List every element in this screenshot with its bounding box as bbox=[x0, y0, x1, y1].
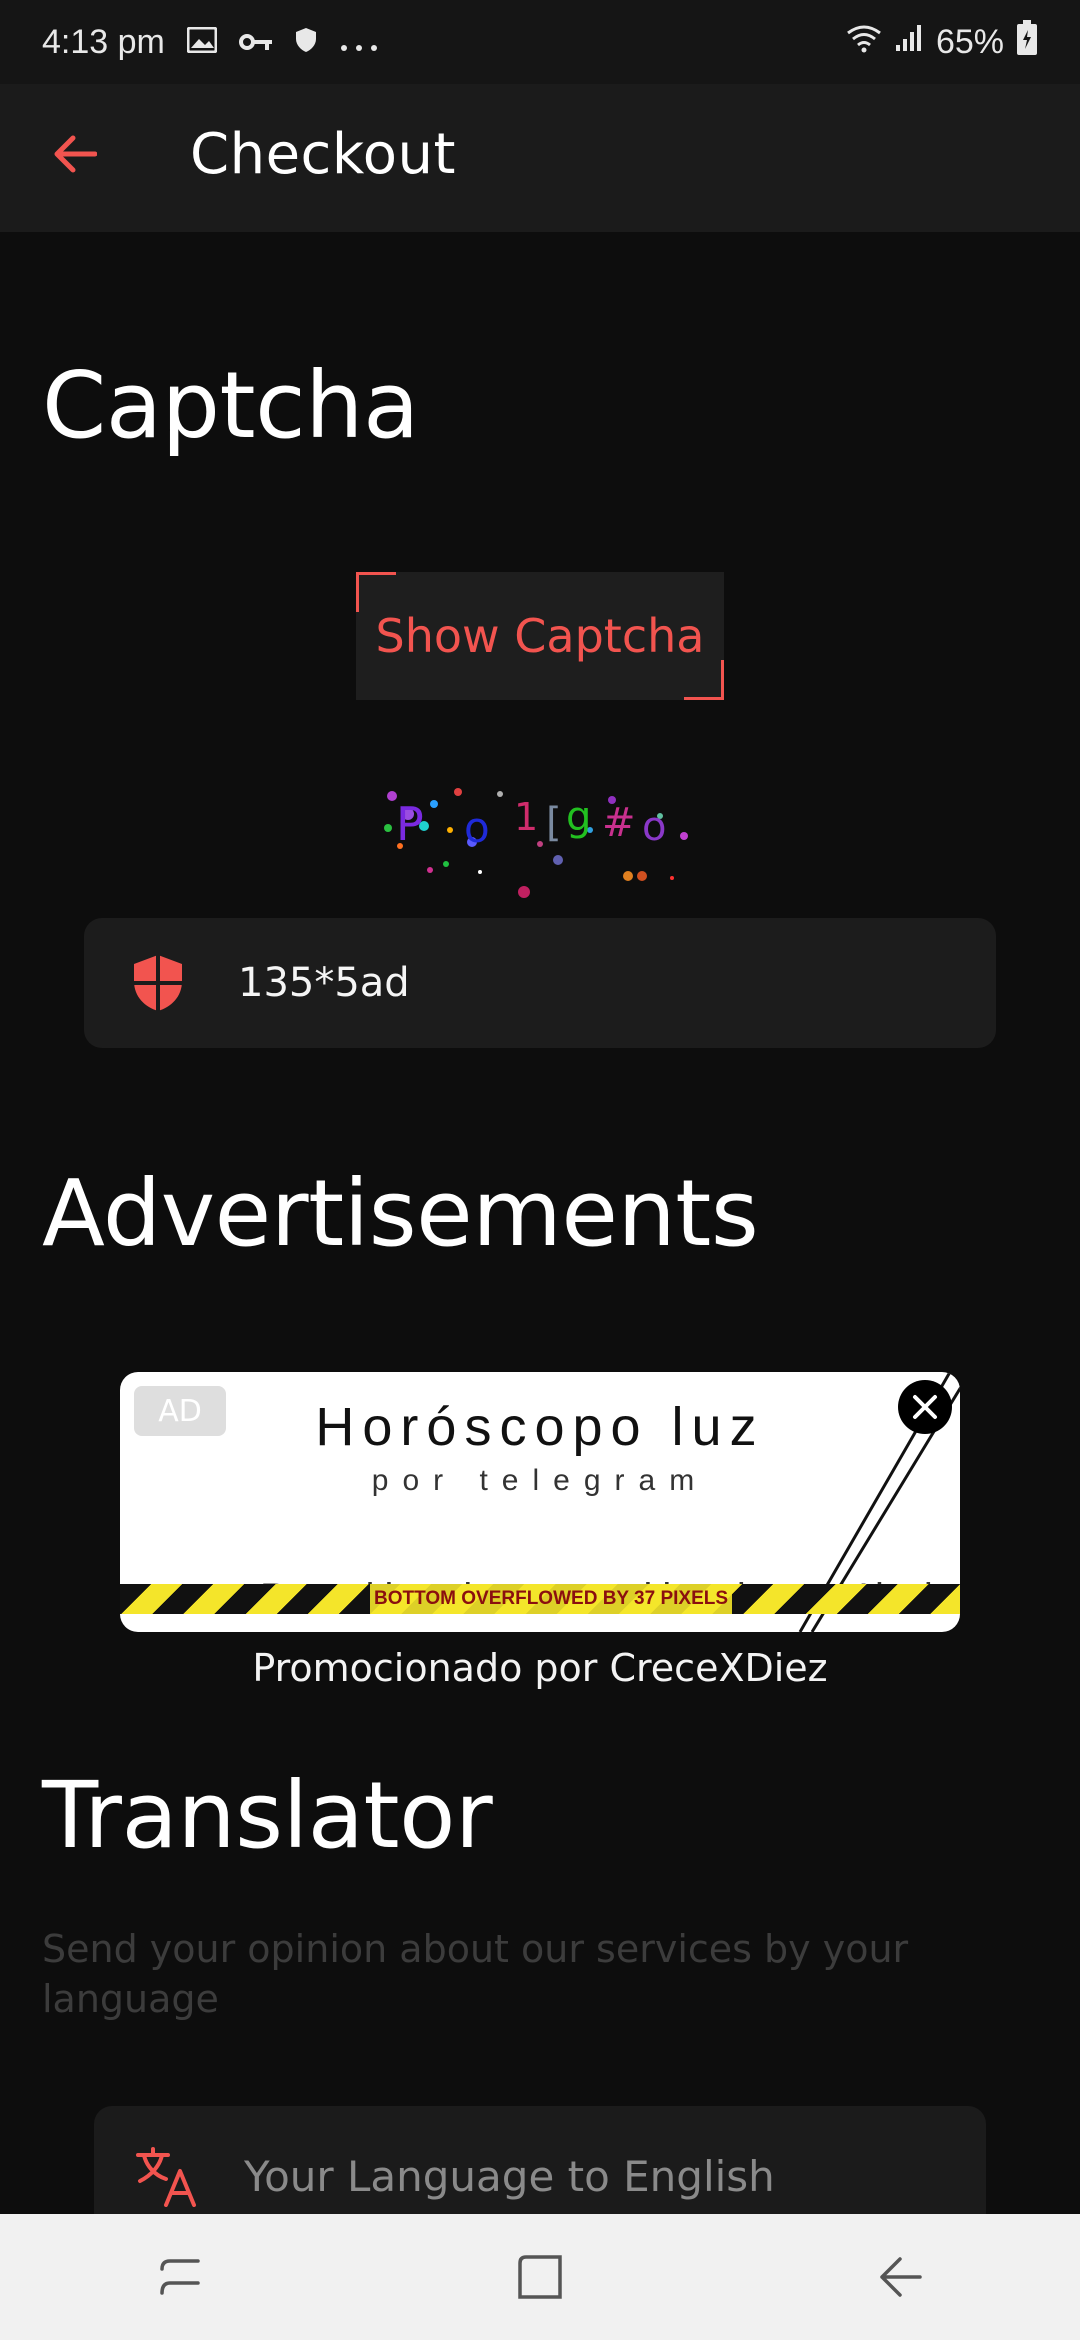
translate-option-label: Your Language to English bbox=[244, 2151, 775, 2201]
captcha-char: g bbox=[566, 794, 591, 840]
translator-description: Send your opinion about our services by … bbox=[42, 1927, 909, 2021]
shield-status-icon bbox=[295, 23, 317, 62]
captcha-image: P o 1 [ g # o bbox=[380, 780, 700, 900]
key-icon bbox=[238, 23, 273, 62]
captcha-char: o bbox=[464, 803, 490, 852]
advertisements-section-title: Advertisements bbox=[42, 1160, 759, 1267]
corner-accent bbox=[684, 660, 724, 700]
arrow-left-icon bbox=[54, 135, 97, 173]
captcha-input[interactable]: 135*5ad bbox=[84, 918, 996, 1048]
show-captcha-button[interactable]: Show Captcha bbox=[356, 572, 724, 700]
image-icon bbox=[186, 23, 218, 62]
captcha-char: # bbox=[602, 800, 636, 846]
system-back-button[interactable] bbox=[855, 2232, 945, 2322]
recent-apps-icon bbox=[160, 2259, 200, 2295]
ad-close-button[interactable] bbox=[898, 1380, 952, 1434]
home-icon bbox=[518, 2255, 562, 2299]
show-captcha-label: Show Captcha bbox=[375, 609, 705, 663]
captcha-char: o bbox=[642, 804, 666, 850]
recent-apps-button[interactable] bbox=[135, 2232, 225, 2322]
translate-icon bbox=[136, 2147, 196, 2207]
page-title: Checkout bbox=[190, 122, 456, 187]
wifi-icon bbox=[846, 23, 882, 62]
signal-icon bbox=[894, 23, 924, 62]
captcha-input-value: 135*5ad bbox=[238, 960, 410, 1006]
system-nav-bar bbox=[0, 2214, 1080, 2340]
more-notifications-icon bbox=[339, 23, 379, 62]
battery-icon bbox=[1016, 19, 1038, 65]
captcha-char: 1 bbox=[514, 795, 538, 839]
back-button[interactable] bbox=[44, 124, 104, 184]
back-arrow-icon bbox=[880, 2257, 922, 2297]
corner-accent bbox=[356, 572, 396, 612]
battery-percent: 65% bbox=[935, 22, 1004, 61]
ad-sponsor-text: Promocionado por CreceXDiez bbox=[252, 1646, 828, 1690]
translator-section-title: Translator bbox=[42, 1762, 493, 1869]
home-button[interactable] bbox=[495, 2232, 585, 2322]
status-bar: 4:13 pm 65% bbox=[0, 0, 1080, 84]
captcha-section-title: Captcha bbox=[42, 352, 419, 459]
shield-icon bbox=[134, 955, 182, 1011]
captcha-char: [ bbox=[546, 800, 562, 846]
close-icon bbox=[913, 1395, 937, 1419]
ad-banner[interactable]: AD Horóscopo luz por telegram Prediccion… bbox=[120, 1372, 960, 1632]
captcha-char: P bbox=[396, 797, 424, 851]
app-bar: Checkout bbox=[0, 84, 1080, 232]
overflow-warning: BOTTOM OVERFLOWED BY 37 PIXELS bbox=[370, 1584, 733, 1614]
status-time: 4:13 pm bbox=[42, 22, 165, 61]
